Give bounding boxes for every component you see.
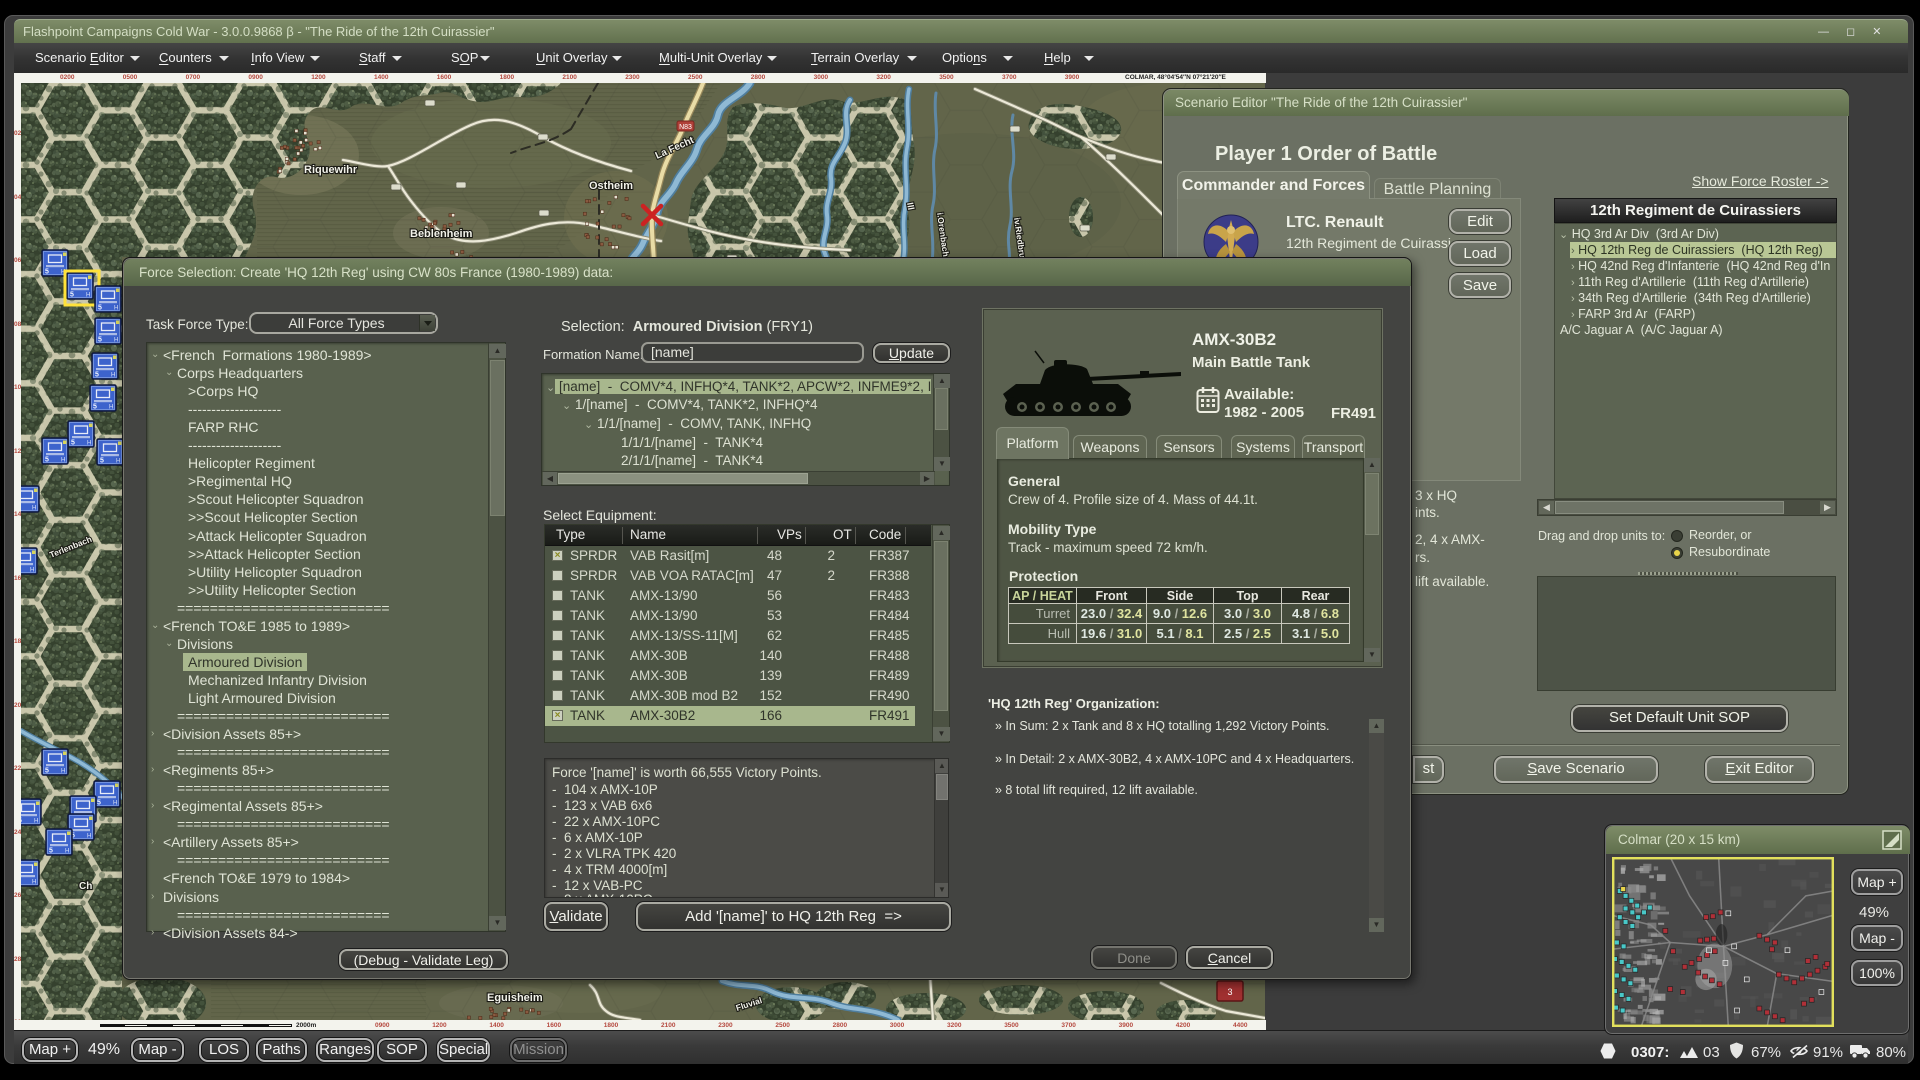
svg-text:Ch: Ch — [79, 881, 92, 892]
svg-text:Ostheim: Ostheim — [589, 180, 633, 192]
svg-text:Beblenheim: Beblenheim — [410, 228, 473, 240]
svg-text:3: 3 — [1227, 987, 1232, 997]
svg-text:N83: N83 — [679, 124, 692, 131]
svg-text:Eguisheim: Eguisheim — [487, 992, 543, 1004]
svg-text:Riquewihr: Riquewihr — [304, 164, 358, 176]
